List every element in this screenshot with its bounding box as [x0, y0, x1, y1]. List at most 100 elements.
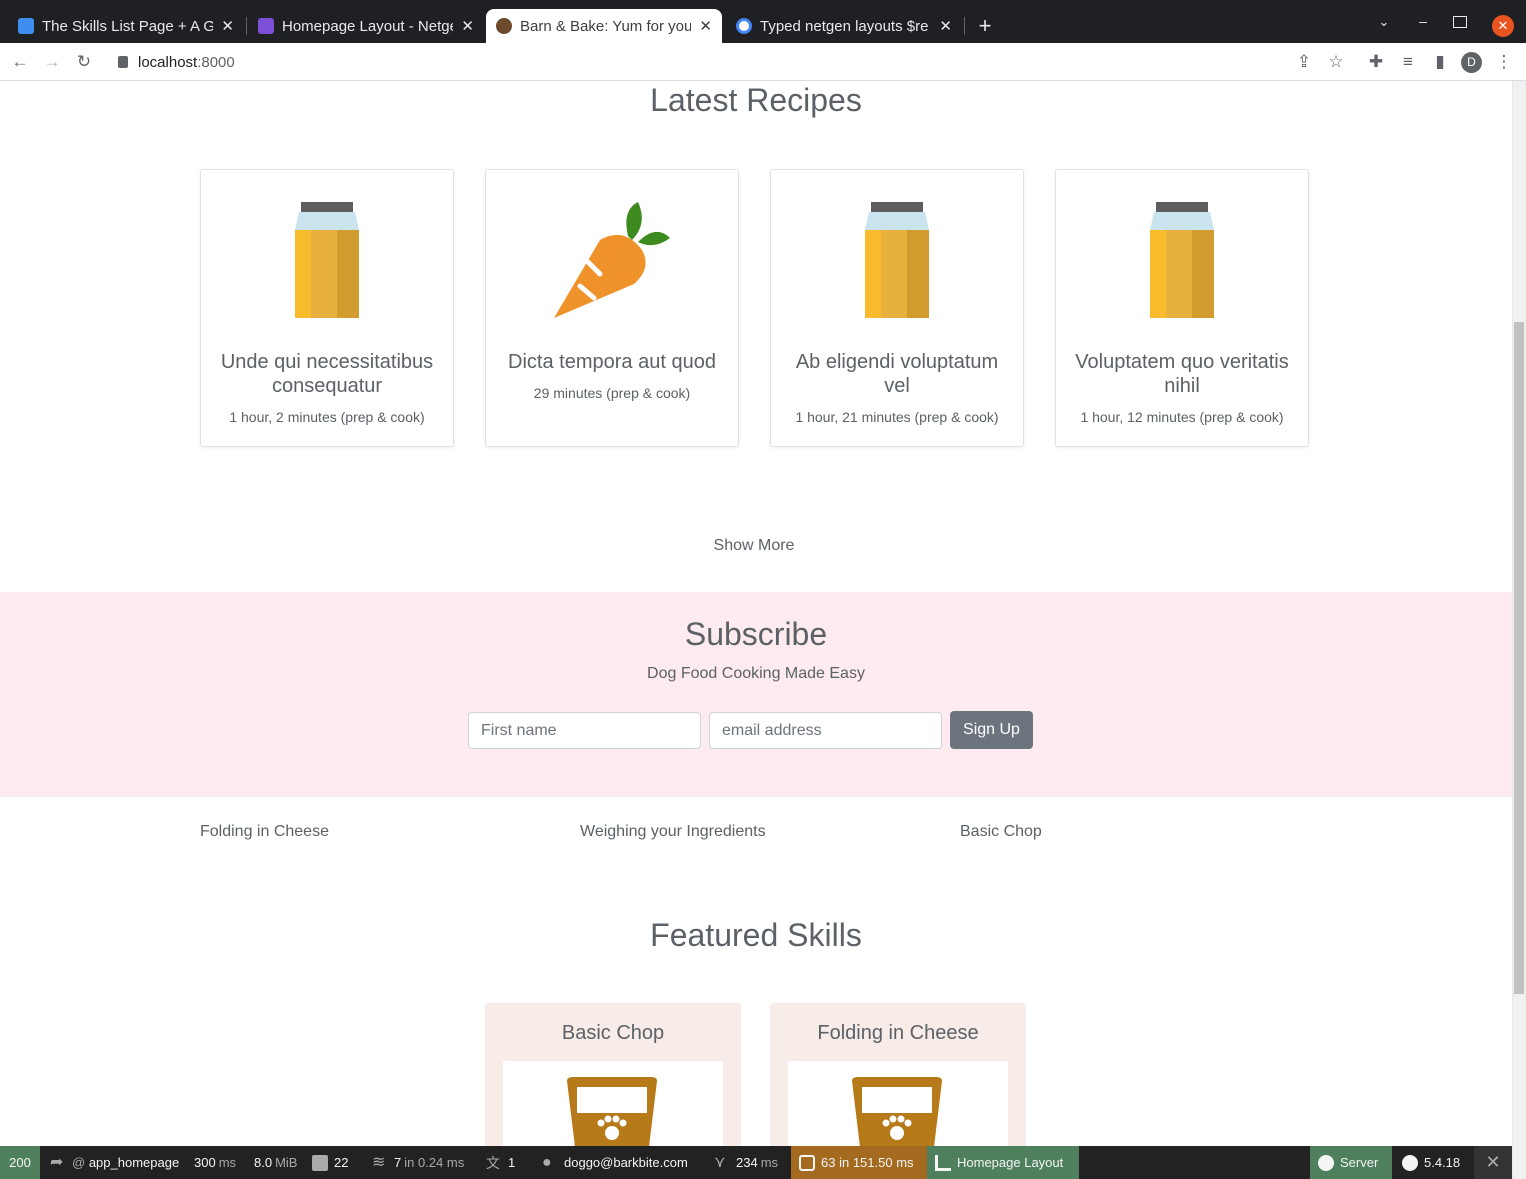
twig-panel[interactable]: ⋎ 234 ms [706, 1146, 786, 1179]
recipe-card[interactable]: Voluptatem quo veritatis nihil 1 hour, 1… [1055, 169, 1309, 447]
dog-bowl-icon [852, 1077, 942, 1147]
db-detail: in 151.50 ms [839, 1155, 914, 1170]
reload-icon[interactable]: ↻ [72, 50, 96, 74]
scrollbar-thumb[interactable] [1514, 322, 1524, 994]
skill-link[interactable]: Folding in Cheese [200, 823, 329, 841]
recipe-time: 1 hour, 12 minutes (prep & cook) [1080, 409, 1284, 425]
sf-casts-icon [18, 18, 34, 34]
browser-tab-strip: The Skills List Page + A Gri ✕ Homepage … [0, 0, 1526, 43]
recipe-time: 1 hour, 21 minutes (prep & cook) [795, 409, 999, 425]
show-more-link[interactable]: Show More [654, 537, 854, 555]
recipe-card[interactable]: Dicta tempora aut quod 29 minutes (prep … [485, 169, 739, 447]
featured-skills-heading: Featured Skills [650, 917, 862, 953]
bookmark-star-icon[interactable]: ☆ [1324, 50, 1348, 74]
recipe-title[interactable]: Unde qui necessitatibus consequatur [211, 350, 443, 398]
memory-unit: MiB [275, 1155, 298, 1170]
time-value: 300 [194, 1155, 216, 1170]
skill-link[interactable]: Basic Chop [960, 823, 1042, 841]
subscribe-heading: Subscribe [684, 616, 828, 652]
tab-search-icon[interactable]: ⌄ [1374, 14, 1394, 34]
toolbar-close-icon[interactable]: ✕ [1474, 1146, 1512, 1179]
cache-layers-icon: ≋ [372, 1153, 386, 1171]
share-icon[interactable]: ⇪ [1292, 50, 1316, 74]
time-panel[interactable]: 300 ms [186, 1146, 244, 1179]
latest-recipes-heading: Latest Recipes [650, 82, 862, 118]
skill-card[interactable]: Folding in Cheese [770, 1003, 1026, 1163]
twig-unit: ms [760, 1155, 779, 1170]
back-icon[interactable]: ← [8, 50, 32, 74]
version-panel[interactable]: 5.4.18 [1394, 1146, 1468, 1179]
server-panel[interactable]: Server [1310, 1146, 1392, 1179]
logs-panel[interactable]: 22 [304, 1146, 356, 1179]
route-at: @ [72, 1155, 89, 1170]
status-code-badge[interactable]: 200 [0, 1146, 40, 1179]
side-panel-icon[interactable]: ▮ [1428, 50, 1452, 74]
netgen-layouts-icon [258, 18, 274, 34]
translation-count: 1 [508, 1155, 516, 1170]
window-close-icon[interactable]: ✕ [1492, 15, 1514, 37]
server-label: Server [1340, 1155, 1379, 1170]
profile-avatar[interactable]: D [1461, 52, 1482, 73]
carrot-icon [554, 202, 670, 318]
recipe-title[interactable]: Dicta tempora aut quod [496, 350, 728, 374]
db-query-count: 63 [821, 1155, 836, 1170]
route-name: app_homepage [88, 1155, 180, 1170]
tab-homepage-layout[interactable]: Homepage Layout - Netge ✕ [248, 9, 484, 43]
forward-icon[interactable]: → [40, 50, 64, 74]
skill-link[interactable]: Weighing your Ingredients [580, 823, 766, 841]
jar-icon [865, 202, 929, 318]
first-name-input[interactable]: First name [468, 712, 701, 749]
menu-kebab-icon[interactable]: ⋮ [1492, 50, 1516, 74]
tab-title: Homepage Layout - Netge [282, 17, 454, 35]
recipe-card[interactable]: Unde qui necessitatibus consequatur 1 ho… [200, 169, 454, 447]
close-icon[interactable]: ✕ [221, 17, 234, 35]
tab-divider [246, 17, 247, 35]
database-icon [799, 1154, 815, 1171]
symfony-logo-icon [1318, 1154, 1334, 1171]
media-controls-icon[interactable]: ≡ [1396, 50, 1420, 74]
cache-panel[interactable]: ≋ 7 in 0.24 ms [364, 1146, 472, 1179]
skill-title[interactable]: Basic Chop [485, 1022, 741, 1045]
minimize-icon[interactable]: – [1413, 13, 1433, 33]
translation-panel[interactable]: 文 1 [478, 1146, 523, 1179]
security-panel[interactable]: ● doggo@barkbite.com [534, 1146, 696, 1179]
restore-icon[interactable] [1453, 16, 1467, 28]
new-tab-icon[interactable]: + [974, 13, 996, 39]
tab-barn-and-bake[interactable]: Barn & Bake: Yum for your ✕ [486, 9, 722, 43]
skill-title[interactable]: Folding in Cheese [770, 1022, 1026, 1045]
tab-typed-netgen[interactable]: Typed netgen layouts $re ✕ [726, 9, 962, 43]
recipe-time: 29 minutes (prep & cook) [533, 385, 691, 401]
recipe-title[interactable]: Ab eligendi voluptatum vel [781, 350, 1013, 398]
jar-icon [295, 202, 359, 318]
recipe-title[interactable]: Voluptatem quo veritatis nihil [1066, 350, 1298, 398]
redirect-arrow-icon: ➦ [50, 1153, 64, 1171]
tab-title: Typed netgen layouts $re [760, 17, 929, 35]
tab-divider [964, 17, 965, 35]
logs-count: 22 [334, 1155, 349, 1170]
cache-count: 7 [394, 1155, 402, 1170]
close-icon[interactable]: ✕ [699, 17, 712, 35]
google-icon [736, 18, 752, 34]
database-panel[interactable]: 63 in 151.50 ms [791, 1146, 927, 1179]
user-email: doggo@barkbite.com [564, 1155, 688, 1170]
cache-detail: in 0.24 ms [404, 1155, 465, 1170]
symfony-logo-icon [1402, 1154, 1418, 1171]
address-bar[interactable]: localhost:8000 [108, 47, 1288, 77]
jar-icon [1150, 202, 1214, 318]
symfony-version: 5.4.18 [1424, 1155, 1461, 1170]
netgen-layouts-icon [935, 1154, 951, 1171]
recipe-card[interactable]: Ab eligendi voluptatum vel 1 hour, 21 mi… [770, 169, 1024, 447]
tab-skills-list[interactable]: The Skills List Page + A Gri ✕ [8, 9, 244, 43]
email-input[interactable]: email address [709, 712, 942, 749]
close-icon[interactable]: ✕ [461, 17, 474, 35]
skill-card[interactable]: Basic Chop [485, 1003, 741, 1163]
memory-panel[interactable]: 8.0 MiB [246, 1146, 305, 1179]
extensions-icon[interactable]: ✚ [1364, 50, 1388, 74]
route-panel[interactable]: ➦ @ app_homepage [42, 1146, 187, 1179]
url-host: localhost [138, 53, 198, 71]
sign-up-button[interactable]: Sign Up [950, 711, 1033, 749]
layout-name: Homepage Layout [957, 1155, 1064, 1170]
close-icon[interactable]: ✕ [939, 17, 952, 35]
layout-panel[interactable]: Homepage Layout [927, 1146, 1079, 1179]
url-port: :8000 [197, 53, 235, 71]
